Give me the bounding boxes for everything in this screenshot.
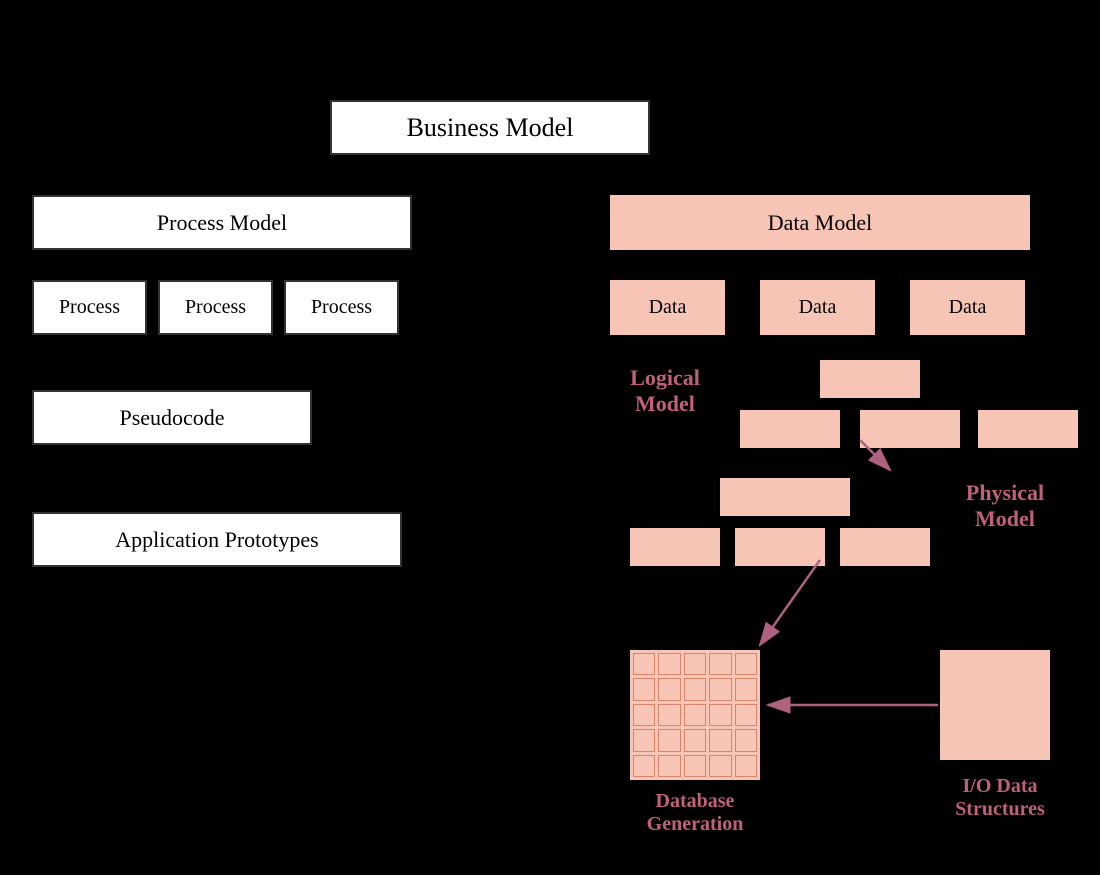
grid-cell bbox=[735, 704, 757, 726]
grid-cell bbox=[658, 678, 680, 700]
grid-cell bbox=[684, 729, 706, 751]
grid-cell bbox=[633, 755, 655, 777]
grid-cell bbox=[633, 704, 655, 726]
io-data-box bbox=[940, 650, 1050, 760]
data-model-box: Data Model bbox=[610, 195, 1030, 250]
grid-cell bbox=[658, 704, 680, 726]
logical-box-top-1 bbox=[820, 360, 920, 398]
grid-cell bbox=[684, 678, 706, 700]
grid-cell bbox=[684, 755, 706, 777]
grid-cell bbox=[709, 729, 731, 751]
grid-cell bbox=[735, 678, 757, 700]
grid-cell bbox=[735, 653, 757, 675]
grid-cell bbox=[658, 653, 680, 675]
grid-cell bbox=[684, 653, 706, 675]
process-box-3: Process bbox=[284, 280, 399, 335]
grid-cell bbox=[709, 678, 731, 700]
pseudocode-box: Pseudocode bbox=[32, 390, 312, 445]
logical-box-mid-1 bbox=[740, 410, 840, 448]
data-box-3: Data bbox=[910, 280, 1025, 335]
physical-box-top-1 bbox=[720, 478, 850, 516]
database-generation-label: DatabaseGeneration bbox=[600, 790, 790, 836]
physical-box-bot-2 bbox=[735, 528, 825, 566]
io-data-label: I/O DataStructures bbox=[920, 775, 1080, 821]
diagram-container: Business Model Process Model Process Pro… bbox=[0, 0, 1100, 875]
physical-model-label: PhysicalModel bbox=[940, 480, 1070, 532]
process-model-box: Process Model bbox=[32, 195, 412, 250]
physical-box-bot-1 bbox=[630, 528, 720, 566]
grid-cell bbox=[735, 729, 757, 751]
data-box-1: Data bbox=[610, 280, 725, 335]
process-box-1: Process bbox=[32, 280, 147, 335]
grid-cell bbox=[633, 653, 655, 675]
app-prototypes-box: Application Prototypes bbox=[32, 512, 402, 567]
grid-cell bbox=[658, 755, 680, 777]
grid-cell bbox=[684, 704, 706, 726]
physical-box-bot-3 bbox=[840, 528, 930, 566]
logical-model-label: LogicalModel bbox=[610, 365, 720, 417]
process-box-2: Process bbox=[158, 280, 273, 335]
data-box-2: Data bbox=[760, 280, 875, 335]
grid-cell bbox=[709, 653, 731, 675]
logical-box-mid-3 bbox=[978, 410, 1078, 448]
grid-cell bbox=[735, 755, 757, 777]
logical-box-mid-2 bbox=[860, 410, 960, 448]
grid-cell bbox=[709, 704, 731, 726]
grid-cell bbox=[658, 729, 680, 751]
grid-cell bbox=[633, 729, 655, 751]
business-model-box: Business Model bbox=[330, 100, 650, 155]
grid-cell bbox=[709, 755, 731, 777]
grid-cell bbox=[633, 678, 655, 700]
database-generation-grid bbox=[630, 650, 760, 780]
